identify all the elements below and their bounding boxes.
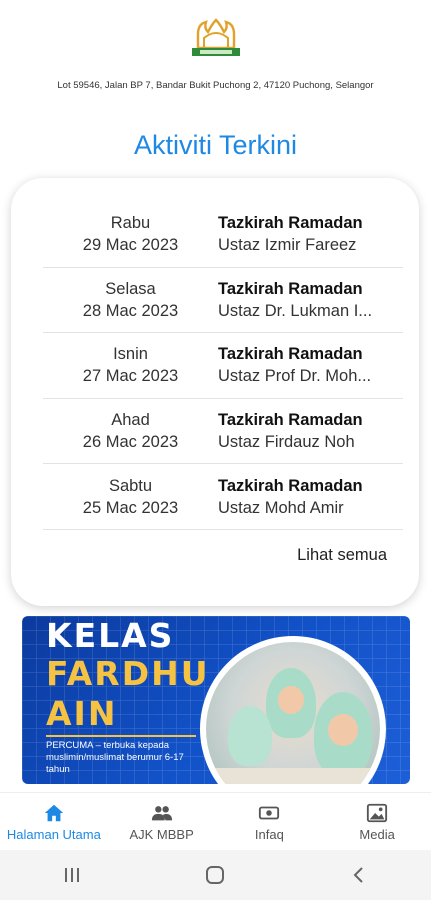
activity-day: Sabtu [108, 476, 153, 495]
activity-speaker: Ustaz Mohd Amir [218, 498, 344, 517]
activity-date: Sabtu 25 Mac 2023 [43, 475, 218, 519]
fardhu-ain-banner[interactable]: KELAS FARDHU AIN PERCUMA – terbuka kepad… [22, 616, 410, 784]
activity-speaker: Ustaz Firdauz Noh [218, 433, 355, 452]
activity-day: Isnin [113, 345, 148, 364]
activity-speaker: Ustaz Izmir Fareez [218, 236, 357, 255]
activity-date: Selasa 28 Mac 2023 [43, 278, 218, 322]
activities-card: Rabu 29 Mac 2023 Tazkirah Ramadan Ustaz … [11, 178, 419, 606]
activity-date-value: 26 Mac 2023 [82, 433, 179, 452]
banner-line1: KELAS [46, 616, 175, 655]
banner-description: PERCUMA – terbuka kepada muslimin/muslim… [46, 740, 184, 775]
nav-infaq[interactable]: Infaq [216, 793, 324, 850]
activity-day: Selasa [105, 279, 156, 298]
recents-icon [64, 868, 79, 882]
address-text: Lot 59546, Jalan BP 7, Bandar Bukit Puch… [57, 80, 374, 91]
nav-label: Media [359, 826, 395, 842]
activity-title: Tazkirah Ramadan [218, 345, 363, 364]
home-circle-icon [206, 866, 225, 884]
activity-date-value: 27 Mac 2023 [82, 367, 179, 386]
activity-date: Ahad 26 Mac 2023 [43, 409, 218, 453]
money-icon [259, 806, 280, 819]
activity-row[interactable]: Isnin 27 Mac 2023 Tazkirah Ramadan Ustaz… [43, 333, 403, 399]
student-face [278, 686, 304, 714]
desk [206, 768, 380, 784]
activity-speaker: Ustaz Prof Dr. Moh... [218, 367, 372, 386]
activity-list: Rabu 29 Mac 2023 Tazkirah Ramadan Ustaz … [43, 202, 403, 530]
activity-day: Rabu [110, 214, 151, 233]
activity-date: Rabu 29 Mac 2023 [43, 212, 218, 256]
home-icon [44, 804, 64, 821]
activity-info: Tazkirah Ramadan Ustaz Firdauz Noh [218, 409, 403, 453]
nav-home[interactable]: Halaman Utama [0, 793, 108, 850]
activity-info: Tazkirah Ramadan Ustaz Mohd Amir [218, 475, 403, 519]
activity-title: Tazkirah Ramadan [218, 476, 363, 495]
activity-info: Tazkirah Ramadan Ustaz Prof Dr. Moh... [218, 343, 403, 387]
student-face [328, 714, 358, 746]
system-nav-bar [0, 850, 431, 900]
header: Lot 59546, Jalan BP 7, Bandar Bukit Puch… [0, 0, 431, 110]
nav-ajk[interactable]: AJK MBBP [108, 793, 216, 850]
activity-date: Isnin 27 Mac 2023 [43, 343, 218, 387]
activity-title: Tazkirah Ramadan [218, 411, 363, 430]
nav-label: Halaman Utama [6, 826, 101, 842]
activity-row[interactable]: Selasa 28 Mac 2023 Tazkirah Ramadan Usta… [43, 268, 403, 334]
home-button[interactable] [195, 855, 235, 895]
activity-title: Tazkirah Ramadan [218, 279, 363, 298]
banner-divider [46, 735, 196, 737]
activity-info: Tazkirah Ramadan Ustaz Izmir Fareez [218, 212, 403, 256]
mosque-logo-icon [192, 18, 240, 56]
image-icon [367, 803, 388, 822]
see-all-link[interactable]: Lihat semua [297, 546, 387, 565]
activity-row[interactable]: Rabu 29 Mac 2023 Tazkirah Ramadan Ustaz … [43, 202, 403, 268]
activity-date-value: 29 Mac 2023 [82, 236, 179, 255]
bottom-nav: Halaman Utama AJK MBBP Infaq Media [0, 792, 431, 850]
student-figure [228, 706, 272, 766]
activity-row[interactable]: Sabtu 25 Mac 2023 Tazkirah Ramadan Ustaz… [43, 464, 403, 530]
activity-day: Ahad [111, 411, 150, 430]
people-icon [151, 805, 172, 820]
recents-button[interactable] [52, 855, 92, 895]
nav-label: AJK MBBP [129, 826, 194, 842]
activity-speaker: Ustaz Dr. Lukman I... [218, 301, 373, 320]
activity-date-value: 25 Mac 2023 [82, 498, 179, 517]
activity-row[interactable]: Ahad 26 Mac 2023 Tazkirah Ramadan Ustaz … [43, 399, 403, 465]
activity-title: Tazkirah Ramadan [218, 214, 363, 233]
students-image [206, 642, 380, 784]
activity-date-value: 28 Mac 2023 [82, 301, 179, 320]
banner-line3: AIN [46, 694, 118, 733]
back-button[interactable] [339, 855, 379, 895]
nav-label: Infaq [254, 826, 284, 842]
section-title: Aktiviti Terkini [133, 130, 298, 160]
activity-info: Tazkirah Ramadan Ustaz Dr. Lukman I... [218, 278, 403, 322]
back-icon [353, 867, 363, 883]
banner-line2: FARDHU [46, 654, 210, 693]
nav-media[interactable]: Media [323, 793, 431, 850]
